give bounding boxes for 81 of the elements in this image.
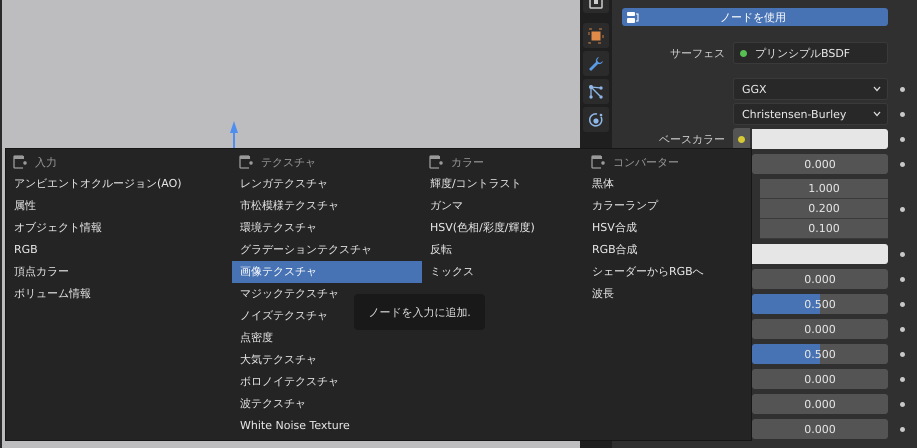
menu-item[interactable]: グラデーションテクスチャ: [232, 239, 422, 261]
keyframe-dot[interactable]: [900, 112, 905, 116]
keyframe-dot[interactable]: [900, 376, 905, 382]
keyframe-dot[interactable]: [900, 352, 905, 356]
keyframe-dot[interactable]: [900, 136, 905, 142]
menu-item[interactable]: ガンマ: [422, 195, 584, 217]
menu-item[interactable]: 市松模様テクスチャ: [232, 195, 422, 217]
keyframe-dot[interactable]: [900, 206, 905, 212]
chevron-down-icon: [873, 86, 881, 92]
property-label: ベースカラー: [659, 132, 725, 146]
menu-item[interactable]: ボリューム情報: [6, 283, 232, 305]
menu-item[interactable]: 点密度: [232, 327, 422, 349]
dropdown[interactable]: Christensen-Burley: [733, 103, 888, 125]
keyframe-dot[interactable]: [900, 162, 905, 166]
property-label: サーフェス: [670, 46, 725, 60]
arrow-icon[interactable]: [228, 121, 240, 149]
menu-item[interactable]: 画像テクスチャ: [232, 261, 422, 283]
slider[interactable]: 0.500: [752, 294, 888, 314]
menu-item[interactable]: ミックス: [422, 261, 584, 283]
menu-item[interactable]: オブジェクト情報: [6, 217, 232, 239]
tooltip: ノードを入力に追加.: [354, 294, 485, 330]
slider[interactable]: 0.000: [752, 394, 888, 414]
number-field[interactable]: 0.100: [760, 219, 888, 239]
slider[interactable]: 0.500: [752, 344, 888, 364]
modifier-tab[interactable]: [583, 51, 609, 76]
particles-tab[interactable]: [583, 79, 609, 104]
node-icon: [429, 155, 443, 169]
menu-item[interactable]: レンガテクスチャ: [232, 173, 422, 195]
physics-tab[interactable]: [583, 107, 609, 132]
keyframe-dot[interactable]: [900, 326, 905, 332]
nodes-icon: [626, 10, 640, 24]
keyframe-dot[interactable]: [900, 402, 905, 406]
shader-field[interactable]: プリンシプルBSDF: [733, 42, 888, 64]
menu-item[interactable]: RGB合成: [584, 239, 753, 261]
menu-item[interactable]: 属性: [6, 195, 232, 217]
menu-item[interactable]: HSV(色相/彩度/輝度): [422, 217, 584, 239]
menu-item[interactable]: White Noise Texture: [232, 415, 422, 437]
wrench-icon: [588, 56, 604, 72]
menu-item[interactable]: カラーランプ: [584, 195, 753, 217]
slider[interactable]: 0.000: [752, 369, 888, 389]
menu-item[interactable]: シェーダーからRGBへ: [584, 261, 753, 283]
keyframe-dot[interactable]: [900, 302, 905, 306]
menu-item[interactable]: 輝度/コントラスト: [422, 173, 584, 195]
keyframe-dot[interactable]: [900, 86, 905, 92]
menu-heading: カラー: [451, 154, 484, 170]
menu-heading: テクスチャ: [261, 154, 316, 170]
node-icon: [13, 155, 27, 169]
socket-button[interactable]: [733, 128, 750, 150]
node-icon: [591, 155, 605, 169]
menu-item[interactable]: ボロノイテクスチャ: [232, 371, 422, 393]
chevron-down-icon: [873, 111, 881, 117]
menu-item[interactable]: 大気テクスチャ: [232, 349, 422, 371]
menu-item[interactable]: アンビエントオクルージョン(AO): [6, 173, 232, 195]
menu-item[interactable]: 反転: [422, 239, 584, 261]
slider[interactable]: 0.000: [752, 319, 888, 339]
keyframe-dot[interactable]: [900, 426, 905, 432]
vertices-icon: [588, 84, 604, 100]
use-nodes-button[interactable]: ノードを使用: [622, 8, 888, 26]
number-field[interactable]: 1.000: [760, 179, 888, 199]
slider[interactable]: 0.000: [752, 419, 888, 439]
node-icon: [239, 155, 253, 169]
slider[interactable]: 0.000: [752, 269, 888, 289]
menu-item[interactable]: HSV合成: [584, 217, 753, 239]
orbit-icon: [588, 112, 604, 128]
color-swatch[interactable]: [752, 244, 888, 264]
menu-item[interactable]: 頂点カラー: [6, 261, 232, 283]
square-icon: [588, 28, 604, 44]
keyframe-dot[interactable]: [900, 252, 905, 256]
menu-item[interactable]: 波テクスチャ: [232, 393, 422, 415]
menu-item[interactable]: 環境テクスチャ: [232, 217, 422, 239]
object-tab[interactable]: [583, 23, 609, 48]
color-swatch[interactable]: [752, 129, 888, 149]
slider[interactable]: 0.000: [752, 154, 888, 174]
menu-heading: 入力: [35, 154, 57, 170]
menu-item[interactable]: 波長: [584, 283, 753, 305]
dropdown[interactable]: GGX: [733, 78, 888, 100]
keyframe-dot[interactable]: [900, 276, 905, 282]
number-field[interactable]: 0.200: [760, 199, 888, 219]
menu-item[interactable]: RGB: [6, 239, 232, 261]
menu-item[interactable]: 黒体: [584, 173, 753, 195]
menu-heading: コンバーター: [613, 154, 679, 170]
